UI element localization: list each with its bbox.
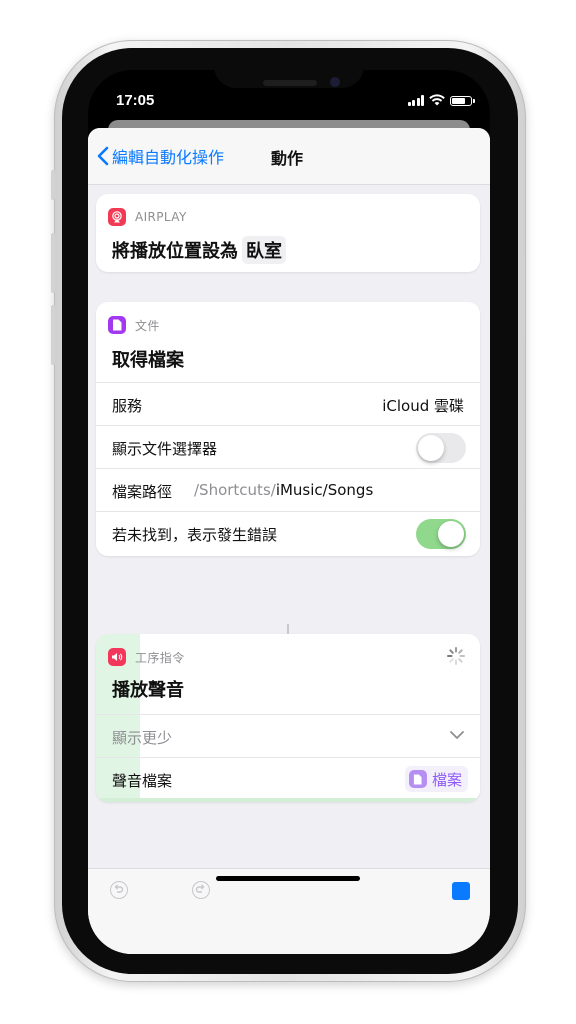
undo-button[interactable] <box>110 881 128 899</box>
file-path-field[interactable]: /Shortcuts/iMusic/Songs <box>194 481 373 499</box>
volume-up-button <box>51 233 55 293</box>
redo-button[interactable] <box>192 881 210 899</box>
airplay-icon <box>108 208 126 226</box>
status-icons <box>407 94 475 106</box>
error-if-not-found-label: 若未找到，表示發生錯誤 <box>112 526 278 544</box>
status-time: 17:05 <box>116 92 155 109</box>
file-path-row[interactable]: 檔案路徑 /Shortcuts/iMusic/Songs <box>96 468 480 511</box>
file-path-prefix: /Shortcuts/ <box>194 481 276 499</box>
screen: 17:05 編輯自動化操作 動作 AIRPLAY 將播放位置設為 臥室 文件 取… <box>88 70 490 954</box>
document-icon <box>408 770 427 788</box>
mute-switch <box>51 170 55 200</box>
sound-file-row: 聲音檔案 檔案 <box>96 757 480 800</box>
action-title: 播放聲音 <box>112 680 184 701</box>
sound-file-label: 聲音檔案 <box>112 772 173 790</box>
speaker <box>263 80 317 86</box>
navigation-bar: 編輯自動化操作 動作 <box>88 128 490 185</box>
file-variable-label: 檔案 <box>431 770 462 789</box>
loading-spinner-icon <box>447 647 465 665</box>
error-if-not-found-row: 若未找到，表示發生錯誤 <box>96 511 480 556</box>
action-card-airplay[interactable]: AIRPLAY 將播放位置設為 臥室 <box>96 194 480 272</box>
chevron-left-icon <box>97 146 109 166</box>
volume-down-button <box>51 305 55 365</box>
actions-sheet: 編輯自動化操作 動作 AIRPLAY 將播放位置設為 臥室 文件 取得檔案 服務… <box>88 128 490 954</box>
page-title: 動作 <box>271 149 304 168</box>
action-title-text: 將播放位置設為 <box>112 241 238 262</box>
document-icon <box>108 316 126 334</box>
undo-icon <box>114 884 124 893</box>
signal-icon <box>407 95 424 106</box>
wifi-icon <box>429 94 445 106</box>
action-app-label: 文件 <box>135 318 160 333</box>
stop-button[interactable] <box>452 882 470 900</box>
service-row[interactable]: 服務 iCloud 雲碟 <box>96 382 480 425</box>
redo-icon <box>195 884 205 893</box>
action-card-play-sound[interactable]: 工序指令 播放聲音 顯示更少 聲音檔案 檔案 <box>96 634 480 802</box>
action-app-label: AIRPLAY <box>135 210 187 224</box>
file-variable-token[interactable]: 檔案 <box>404 766 468 792</box>
airplay-destination-token[interactable]: 臥室 <box>242 236 286 264</box>
file-path-value: iMusic/Songs <box>275 481 374 499</box>
document-picker-row: 顯示文件選擇器 <box>96 425 480 468</box>
error-if-not-found-toggle[interactable] <box>416 519 466 549</box>
service-value: iCloud 雲碟 <box>382 397 464 415</box>
back-button-label: 編輯自動化操作 <box>112 148 225 167</box>
battery-icon <box>450 96 475 106</box>
action-app-label: 工序指令 <box>135 650 185 665</box>
power-button <box>521 255 525 340</box>
speaker-icon <box>108 648 126 666</box>
chevron-down-icon <box>450 731 464 739</box>
service-label: 服務 <box>112 397 143 415</box>
action-card-get-file[interactable]: 文件 取得檔案 服務 iCloud 雲碟 顯示文件選擇器 檔案路徑 /Short… <box>96 302 480 556</box>
home-indicator[interactable] <box>216 876 360 881</box>
action-title: 取得檔案 <box>112 350 184 371</box>
back-button[interactable]: 編輯自動化操作 <box>96 144 224 168</box>
file-path-label: 檔案路徑 <box>112 483 173 501</box>
front-camera <box>330 77 340 87</box>
document-picker-label: 顯示文件選擇器 <box>112 440 218 458</box>
progress-strip <box>96 798 480 802</box>
document-picker-toggle[interactable] <box>416 433 466 463</box>
show-less-label: 顯示更少 <box>112 729 173 747</box>
show-less-row[interactable]: 顯示更少 <box>96 714 480 757</box>
action-title: 將播放位置設為 臥室 <box>112 236 286 264</box>
